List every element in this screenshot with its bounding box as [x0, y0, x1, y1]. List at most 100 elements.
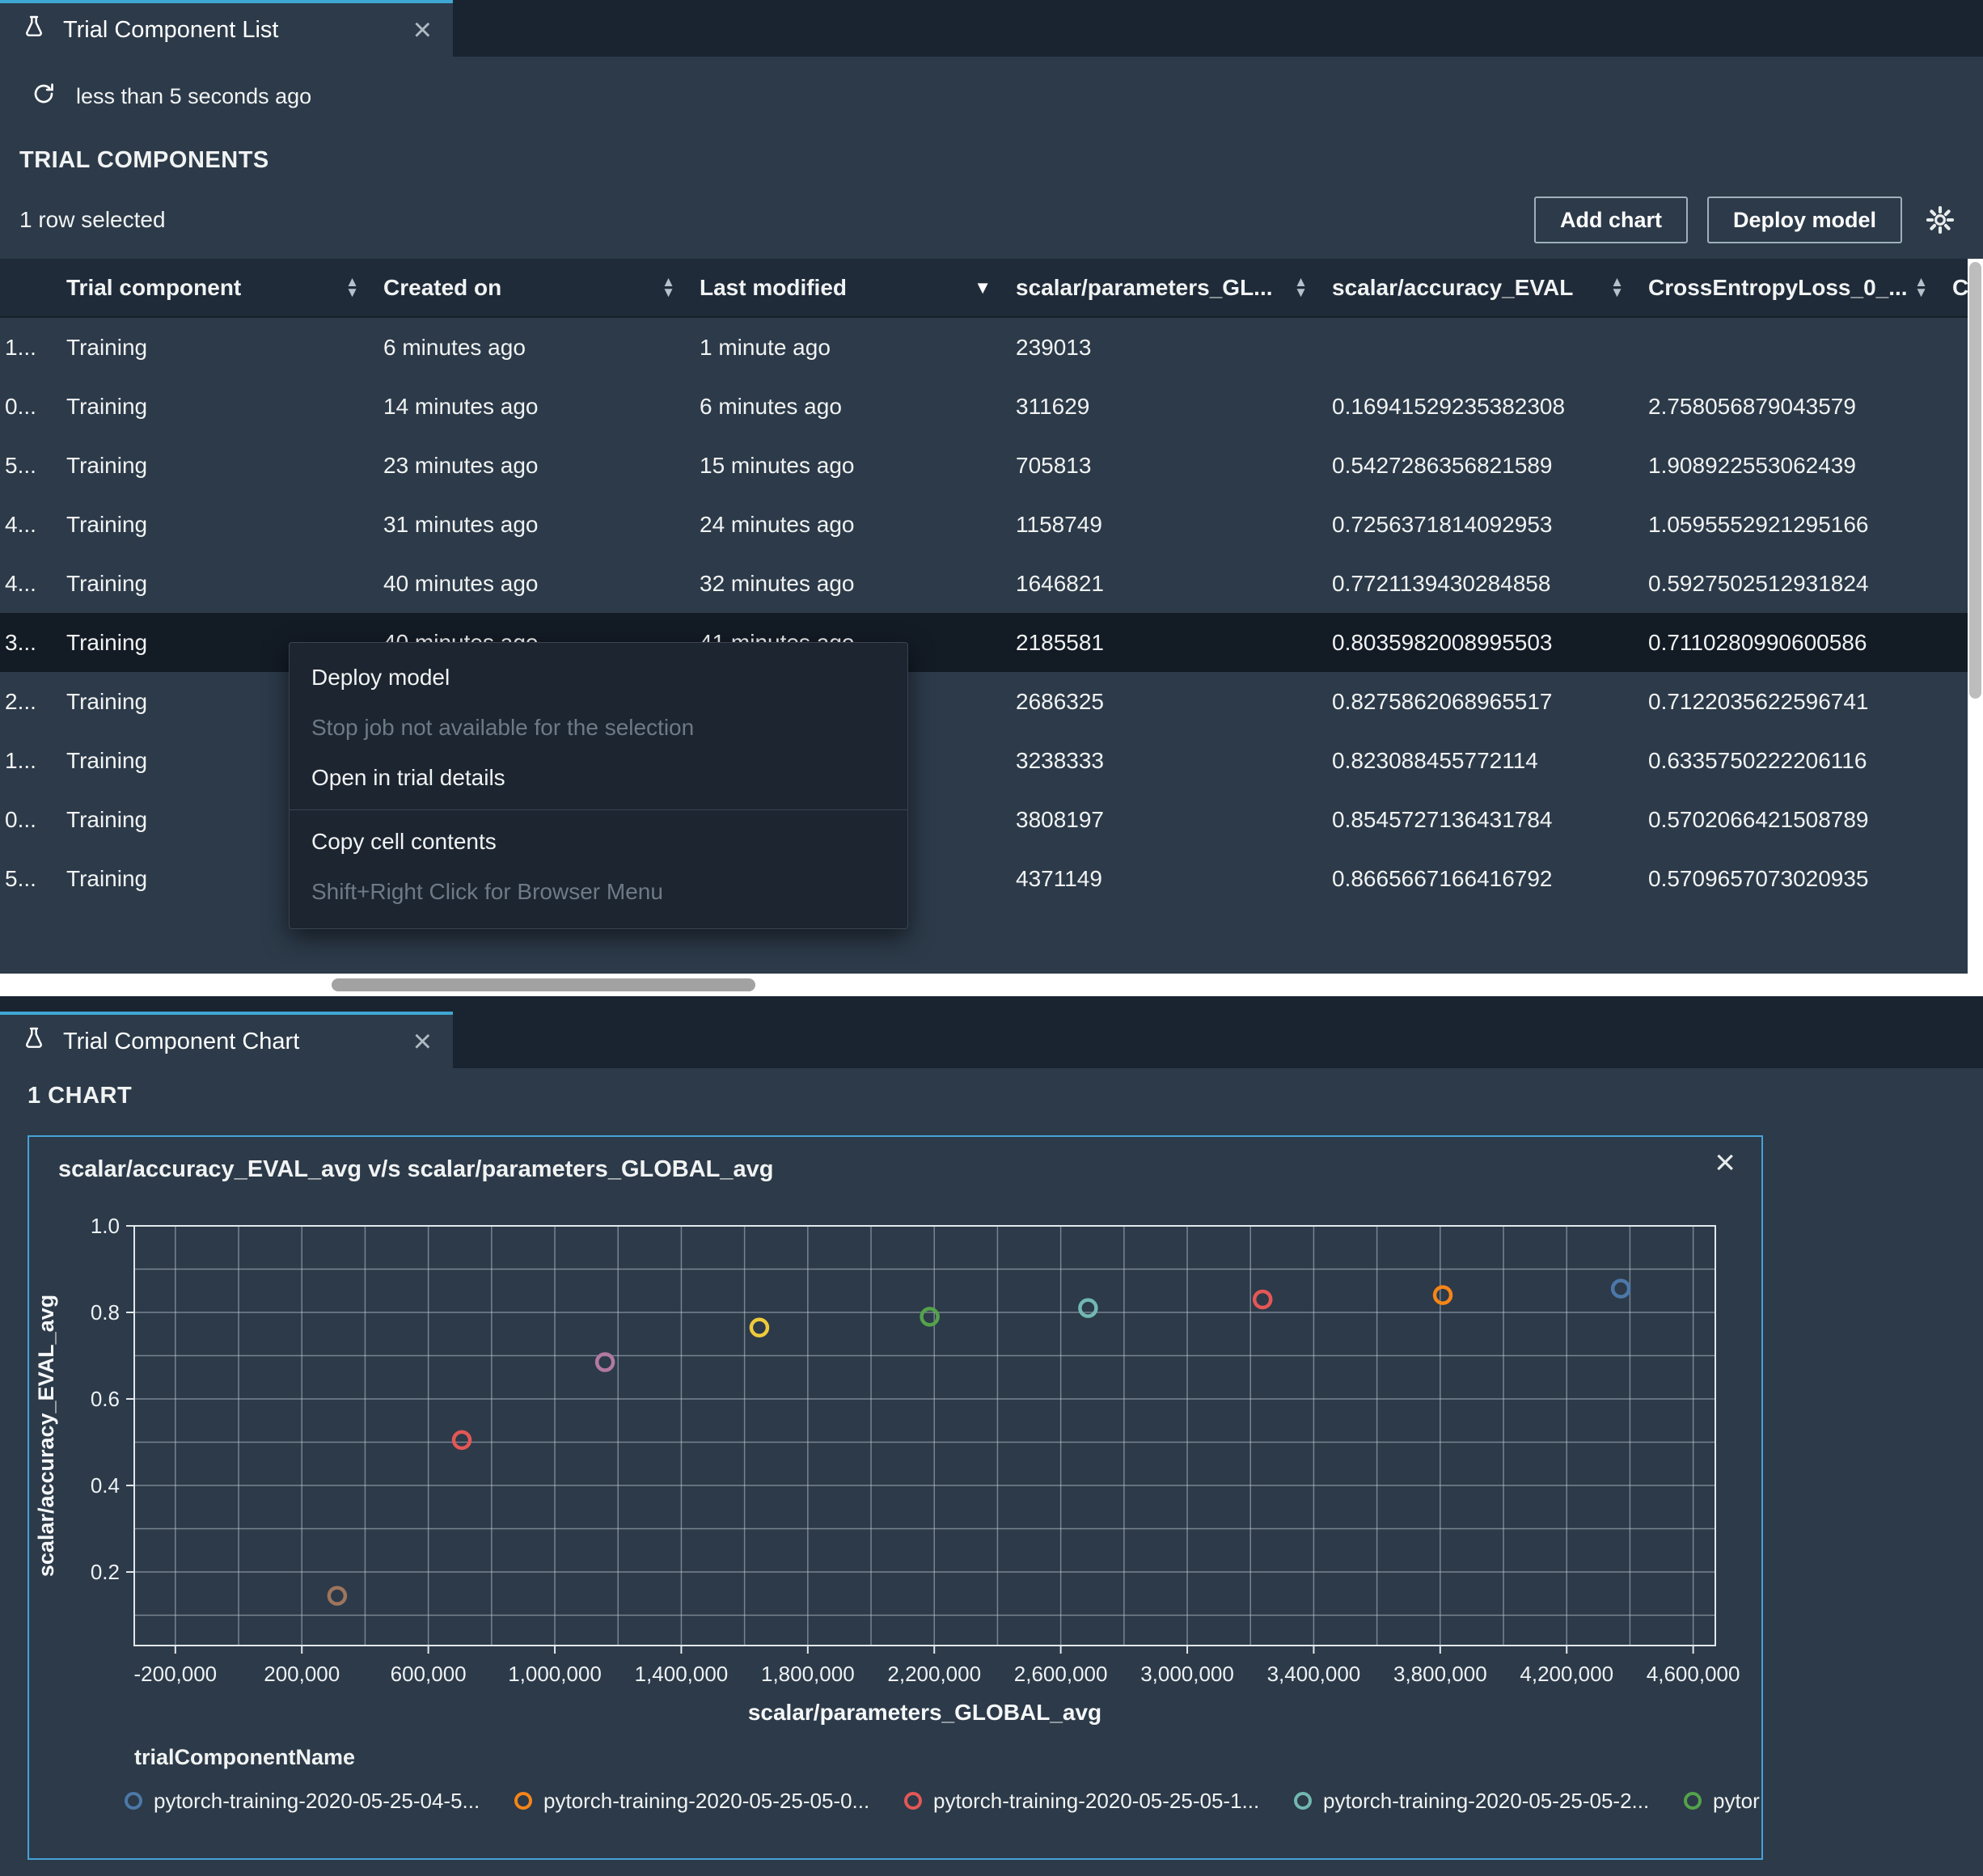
refresh-icon[interactable] — [31, 81, 57, 112]
table-cell[interactable]: 2... — [0, 672, 53, 731]
table-cell[interactable]: 0.5427286356821589 — [1319, 436, 1635, 495]
table-cell[interactable]: 311629 — [1003, 377, 1319, 436]
table-cell[interactable]: 0.8545727136431784 — [1319, 790, 1635, 849]
column-header-scalar-parameters-gl[interactable]: scalar/parameters_GL... ▲ ▼ — [1003, 259, 1319, 318]
vertical-scrollbar-thumb[interactable] — [1969, 262, 1981, 699]
table-cell[interactable] — [1319, 318, 1635, 377]
table-cell[interactable]: 5... — [0, 436, 53, 495]
table-cell[interactable]: Training — [53, 554, 370, 613]
scatter-point[interactable] — [594, 1352, 615, 1372]
table-cell[interactable]: 1.0595552921295166 — [1635, 495, 1939, 554]
table-cell[interactable]: 15 minutes ago — [687, 436, 1003, 495]
table-cell[interactable]: 0... — [0, 790, 53, 849]
table-cell[interactable]: 1 minute ago — [687, 318, 1003, 377]
table-cell[interactable]: 0... — [0, 377, 53, 436]
column-header-last-modified[interactable]: Last modified ▼ — [687, 259, 1003, 318]
table-cell[interactable]: 32 minutes ago — [687, 554, 1003, 613]
legend-item[interactable]: pytorch-training-2020-05-25-04-5... — [125, 1789, 514, 1814]
table-cell[interactable]: 0.8035982008995503 — [1319, 613, 1635, 672]
table-cell[interactable] — [1939, 790, 1968, 849]
horizontal-scrollbar[interactable] — [0, 974, 1983, 996]
table-cell[interactable]: 0.7256371814092953 — [1319, 495, 1635, 554]
table-cell[interactable] — [1939, 377, 1968, 436]
table-cell[interactable]: 2686325 — [1003, 672, 1319, 731]
table-cell[interactable]: 0.6335750222206116 — [1635, 731, 1939, 790]
scatter-point[interactable] — [749, 1317, 770, 1337]
column-header-created-on[interactable]: Created on ▲ ▼ — [370, 259, 687, 318]
table-cell[interactable]: 4... — [0, 554, 53, 613]
table-cell[interactable]: 0.8665667166416792 — [1319, 849, 1635, 908]
scatter-point[interactable] — [451, 1430, 472, 1451]
deploy-model-button[interactable]: Deploy model — [1706, 196, 1902, 243]
table-cell[interactable]: 0.16941529235382308 — [1319, 377, 1635, 436]
horizontal-scrollbar-thumb[interactable] — [332, 978, 755, 991]
table-cell[interactable]: 1646821 — [1003, 554, 1319, 613]
add-chart-button[interactable]: Add chart — [1533, 196, 1688, 243]
table-cell[interactable]: 2.758056879043579 — [1635, 377, 1939, 436]
table-cell[interactable]: 14 minutes ago — [370, 377, 687, 436]
legend-item[interactable]: pytorch-training-2020-05-25-05-2... — [1294, 1789, 1684, 1814]
table-cell[interactable]: 5... — [0, 849, 53, 908]
scatter-point[interactable] — [1078, 1298, 1098, 1318]
table-cell[interactable]: 0.7721139430284858 — [1319, 554, 1635, 613]
chart-close-icon[interactable]: × — [1715, 1145, 1736, 1181]
table-cell[interactable] — [1939, 672, 1968, 731]
settings-gear-button[interactable] — [1922, 205, 1959, 235]
close-icon[interactable]: × — [413, 14, 432, 46]
menu-item-open-in-trial-details[interactable]: Open in trial details — [290, 753, 907, 803]
table-cell[interactable]: 6 minutes ago — [370, 318, 687, 377]
table-cell[interactable]: 0.5702066421508789 — [1635, 790, 1939, 849]
scatter-point[interactable] — [1610, 1278, 1631, 1299]
table-cell[interactable]: 1.908922553062439 — [1635, 436, 1939, 495]
table-cell[interactable]: Training — [53, 318, 370, 377]
table-cell[interactable]: 0.823088455772114 — [1319, 731, 1635, 790]
column-header-scalar-accuracy-eval[interactable]: scalar/accuracy_EVAL ▲ ▼ — [1319, 259, 1635, 318]
table-cell[interactable] — [1939, 554, 1968, 613]
table-cell[interactable] — [1939, 318, 1968, 377]
table-cell[interactable]: 4371149 — [1003, 849, 1319, 908]
table-cell[interactable]: 31 minutes ago — [370, 495, 687, 554]
table-cell[interactable]: 6 minutes ago — [687, 377, 1003, 436]
table-cell[interactable]: 24 minutes ago — [687, 495, 1003, 554]
table-cell[interactable]: 3238333 — [1003, 731, 1319, 790]
table-cell[interactable] — [1939, 849, 1968, 908]
table-cell[interactable]: 23 minutes ago — [370, 436, 687, 495]
legend-item[interactable]: pytorch-training-2020-05-25-05-1... — [904, 1789, 1294, 1814]
table-cell[interactable] — [1939, 495, 1968, 554]
column-header-blank[interactable] — [0, 259, 53, 318]
table-cell[interactable] — [1939, 731, 1968, 790]
table-cell[interactable]: 4... — [0, 495, 53, 554]
tab-trial-component-list[interactable]: Trial Component List × — [0, 0, 453, 57]
table-cell[interactable]: Training — [53, 495, 370, 554]
legend-item[interactable]: pytor — [1684, 1789, 1761, 1814]
table-cell[interactable]: 3... — [0, 613, 53, 672]
vertical-scrollbar[interactable] — [1968, 259, 1983, 974]
legend-item[interactable]: pytorch-training-2020-05-25-05-0... — [514, 1789, 904, 1814]
column-header-trial-component[interactable]: Trial component ▲ ▼ — [53, 259, 370, 318]
column-header-c[interactable]: C — [1939, 259, 1968, 318]
table-cell[interactable]: 0.5927502512931824 — [1635, 554, 1939, 613]
tab-trial-component-chart[interactable]: Trial Component Chart × — [0, 1012, 453, 1068]
menu-item-deploy-model[interactable]: Deploy model — [290, 653, 907, 703]
table-cell[interactable]: 0.5709657073020935 — [1635, 849, 1939, 908]
table-cell[interactable] — [1939, 613, 1968, 672]
table-cell[interactable]: 239013 — [1003, 318, 1319, 377]
table-cell[interactable]: 705813 — [1003, 436, 1319, 495]
table-cell[interactable]: 3808197 — [1003, 790, 1319, 849]
table-cell[interactable]: 0.7122035622596741 — [1635, 672, 1939, 731]
scatter-point[interactable] — [1432, 1285, 1453, 1305]
table-cell[interactable]: 40 minutes ago — [370, 554, 687, 613]
table-cell[interactable]: Training — [53, 377, 370, 436]
table-cell[interactable]: 1158749 — [1003, 495, 1319, 554]
scatter-point[interactable] — [1252, 1289, 1273, 1310]
table-cell[interactable]: 1... — [0, 731, 53, 790]
table-cell[interactable]: 0.8275862068965517 — [1319, 672, 1635, 731]
scatter-point[interactable] — [920, 1307, 940, 1327]
table-cell[interactable] — [1635, 318, 1939, 377]
close-icon[interactable]: × — [413, 1025, 432, 1058]
menu-item-copy-cell-contents[interactable]: Copy cell contents — [290, 817, 907, 867]
table-cell[interactable] — [1939, 436, 1968, 495]
column-header-crossentropyloss-0[interactable]: CrossEntropyLoss_0_... ▲ ▼ — [1635, 259, 1939, 318]
table-cell[interactable]: Training — [53, 436, 370, 495]
scatter-point[interactable] — [327, 1586, 348, 1606]
